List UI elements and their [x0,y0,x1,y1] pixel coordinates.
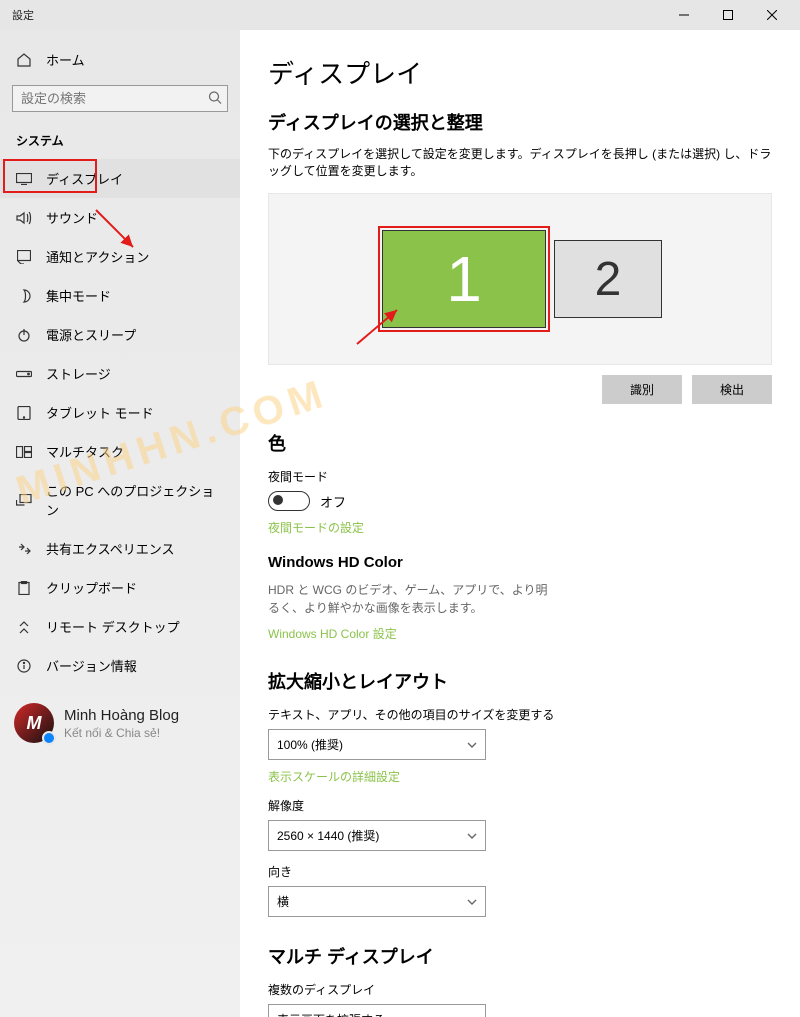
detect-button[interactable]: 検出 [692,375,772,404]
select-description: 下のディスプレイを選択して設定を変更します。ディスプレイを長押し (または選択)… [268,145,772,179]
multi-display-label: 複数のディスプレイ [268,981,772,998]
storage-icon [16,366,32,382]
nav-label: 共有エクスペリエンス [46,539,174,558]
chevron-down-icon [467,831,477,841]
display-arrangement[interactable]: 1 2 [268,193,772,365]
search-input[interactable] [12,85,228,112]
home-nav[interactable]: ホーム [0,42,240,77]
nav-label: クリップボード [46,578,137,597]
nav-label: ディスプレイ [46,169,123,188]
maximize-button[interactable] [706,0,750,30]
home-label: ホーム [46,50,85,69]
sidebar-item-sound[interactable]: サウンド [0,198,240,237]
resolution-label: 解像度 [268,797,772,814]
night-mode-label: 夜間モード [268,468,772,485]
nav-label: マルチタスク [46,442,124,461]
nav-label: タブレット モード [46,403,154,422]
home-icon [16,52,32,68]
orientation-dropdown[interactable]: 横 [268,886,486,917]
sidebar-item-share[interactable]: 共有エクスペリエンス [0,529,240,568]
sidebar-item-tablet[interactable]: タブレット モード [0,393,240,432]
sidebar-category: システム [0,124,240,159]
nav-label: 通知とアクション [46,247,149,266]
sidebar-item-remote[interactable]: リモート デスクトップ [0,607,240,646]
color-heading: 色 [268,430,772,456]
share-icon [16,541,32,557]
nav-label: 電源とスリープ [46,325,136,344]
sidebar-item-power[interactable]: 電源とスリープ [0,315,240,354]
sidebar-item-notifications[interactable]: 通知とアクション [0,237,240,276]
nav-label: この PC へのプロジェクション [46,481,224,519]
tablet-icon [16,405,32,421]
nav-label: ストレージ [46,364,111,383]
focus-icon [16,288,32,304]
power-icon [16,327,32,343]
multi-display-dropdown[interactable]: 表示画面を拡張する [268,1004,486,1017]
annotation-highlight: 1 [378,226,550,332]
window-title: 設定 [12,7,662,23]
sidebar-item-clipboard[interactable]: クリップボード [0,568,240,607]
display-icon [16,171,32,187]
hdcolor-description: HDR と WCG のビデオ、ゲーム、アプリで、より明るく、より鮮やかな画像を表… [268,581,558,617]
multitask-icon [16,444,32,460]
night-mode-toggle[interactable] [268,491,310,511]
blog-subtitle: Kết nối & Chia sẻ! [64,726,179,740]
sidebar-item-display[interactable]: ディスプレイ [0,159,240,198]
scale-label: テキスト、アプリ、その他の項目のサイズを変更する [268,706,772,723]
hdcolor-heading: Windows HD Color [268,554,772,571]
toggle-state: オフ [320,492,346,511]
about-icon [16,658,32,674]
sidebar-item-about[interactable]: バージョン情報 [0,646,240,685]
titlebar: 設定 [0,0,800,30]
remote-icon [16,619,32,635]
scale-advanced-link[interactable]: 表示スケールの詳細設定 [268,768,772,785]
nav-label: サウンド [46,208,98,227]
multi-display-heading: マルチ ディスプレイ [268,943,772,969]
chevron-down-icon [467,740,477,750]
page-title: ディスプレイ [268,54,772,91]
orientation-label: 向き [268,863,772,880]
scale-heading: 拡大縮小とレイアウト [268,668,772,694]
scale-dropdown[interactable]: 100% (推奨) [268,729,486,760]
resolution-dropdown[interactable]: 2560 × 1440 (推奨) [268,820,486,851]
monitor-2[interactable]: 2 [554,240,662,318]
search-icon [208,90,222,107]
notifications-icon [16,249,32,265]
nav-label: リモート デスクトップ [46,617,180,636]
sidebar-item-storage[interactable]: ストレージ [0,354,240,393]
sidebar: ホーム システム ディスプレイ サウンド 通知とアクション [0,30,240,1017]
minimize-button[interactable] [662,0,706,30]
sidebar-item-projection[interactable]: この PC へのプロジェクション [0,471,240,529]
identify-button[interactable]: 識別 [602,375,682,404]
projection-icon [16,492,32,508]
monitor-1[interactable]: 1 [382,230,546,328]
hdcolor-settings-link[interactable]: Windows HD Color 設定 [268,625,772,642]
blog-logo: M [14,703,54,743]
content-area: ディスプレイ ディスプレイの選択と整理 下のディスプレイを選択して設定を変更しま… [240,30,800,1017]
clipboard-icon [16,580,32,596]
sound-icon [16,210,32,226]
close-button[interactable] [750,0,794,30]
night-mode-settings-link[interactable]: 夜間モードの設定 [268,519,772,536]
blog-title: Minh Hoàng Blog [64,707,179,724]
blog-watermark: M Minh Hoàng Blog Kết nối & Chia sẻ! [14,703,226,743]
nav-label: 集中モード [46,286,111,305]
sidebar-item-multitask[interactable]: マルチタスク [0,432,240,471]
sidebar-item-focus[interactable]: 集中モード [0,276,240,315]
chevron-down-icon [467,897,477,907]
nav-label: バージョン情報 [46,656,137,675]
select-heading: ディスプレイの選択と整理 [268,109,772,135]
